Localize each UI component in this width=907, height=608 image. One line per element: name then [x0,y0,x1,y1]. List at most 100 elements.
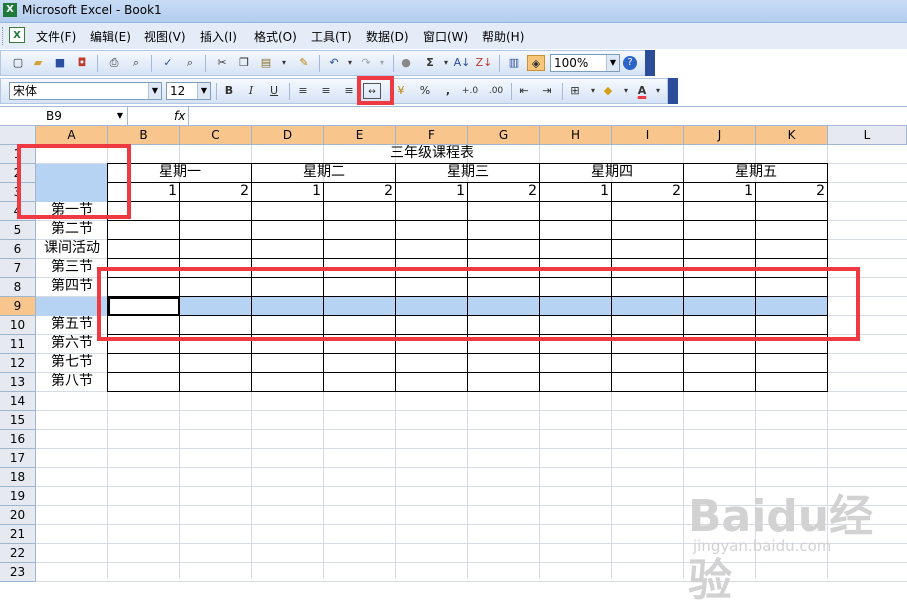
row-header-20[interactable]: 20 [0,506,36,525]
period-number: 1 [744,183,753,199]
menu-grip[interactable] [2,27,6,45]
menu-file[interactable]: 文件(F) [36,28,76,45]
row-header-14[interactable]: 14 [0,392,36,411]
italic-button[interactable]: I [242,83,260,99]
new-icon[interactable]: ▢ [9,55,27,71]
font-select[interactable]: 宋体 ▼ [9,82,162,100]
menu-view[interactable]: 视图(V) [144,28,186,45]
row-header-22[interactable]: 22 [0,544,36,563]
sort-ascending-icon[interactable]: A↓ [453,55,471,71]
research-icon[interactable]: ⌕ [181,55,199,71]
open-icon[interactable]: ▰ [29,55,47,71]
row-header-18[interactable]: 18 [0,468,36,487]
menu-data[interactable]: 数据(D) [366,28,409,45]
menu-format[interactable]: 格式(O) [254,28,297,45]
print-preview-icon[interactable]: ⌕ [127,55,145,71]
comma-style-button[interactable]: , [439,83,457,99]
redo-dropdown-icon[interactable]: ▾ [373,55,391,71]
column-header-D[interactable]: D [252,126,324,145]
paste-icon[interactable]: ▤ [257,55,275,71]
zoom-select[interactable]: 100% ▼ [550,54,620,72]
column-header-F[interactable]: F [396,126,468,145]
row-header-9[interactable]: 9 [0,297,36,316]
save-icon[interactable]: ■ [51,55,69,71]
annotation-box-row [97,267,860,341]
paste-dropdown-icon[interactable]: ▾ [275,55,293,71]
sort-descending-icon[interactable]: Z↓ [475,55,493,71]
fill-color-icon[interactable]: ◆ [599,83,617,99]
drawing-icon[interactable]: ◈ [527,55,545,71]
spelling-icon[interactable]: ✓ [159,55,177,71]
workbook-icon[interactable]: X [9,27,25,43]
toolbar-options-icon[interactable] [645,50,655,76]
row-header-16[interactable]: 16 [0,430,36,449]
annotation-box-merge-button [357,76,394,105]
menu-tools[interactable]: 工具(T) [311,28,352,45]
row-header-23[interactable]: 23 [0,563,36,582]
permission-icon[interactable]: ◘ [73,55,91,71]
zoom-dropdown-icon[interactable]: ▼ [606,55,619,71]
row-header-12[interactable]: 12 [0,354,36,373]
font-size-select[interactable]: 12 ▼ [166,82,211,100]
name-box-dropdown-icon[interactable]: ▼ [117,107,123,125]
align-center-icon[interactable]: ≡ [317,83,335,99]
help-icon[interactable]: ? [623,56,637,70]
row-header-7[interactable]: 7 [0,259,36,278]
column-header-L[interactable]: L [828,126,907,145]
bold-button[interactable]: B [220,83,238,99]
column-header-B[interactable]: B [108,126,180,145]
row-header-21[interactable]: 21 [0,525,36,544]
select-all-button[interactable] [0,126,36,145]
row-header-6[interactable]: 6 [0,240,36,259]
title-bar: X Microsoft Excel - Book1 [0,0,907,23]
row-header-5[interactable]: 5 [0,221,36,240]
row-header-19[interactable]: 19 [0,487,36,506]
column-header-A[interactable]: A [36,126,108,145]
increase-indent-icon[interactable]: ⇥ [538,83,556,99]
format-painter-icon[interactable]: ✎ [295,55,313,71]
period-number: 1 [456,183,465,199]
currency-style-icon[interactable]: ¥ [392,83,410,99]
format-toolbar-options-icon[interactable] [668,78,678,104]
formula-input[interactable] [188,107,907,125]
menu-edit[interactable]: 编辑(E) [90,28,131,45]
row-header-15[interactable]: 15 [0,411,36,430]
underline-button[interactable]: U [265,83,283,99]
copy-icon[interactable]: ❐ [235,55,253,71]
align-right-icon[interactable]: ≡ [340,83,358,99]
decrease-indent-icon[interactable]: ⇤ [515,83,533,99]
font-size-dropdown-icon[interactable]: ▼ [197,83,210,99]
row-header-10[interactable]: 10 [0,316,36,335]
column-header-I[interactable]: I [612,126,684,145]
column-header-K[interactable]: K [756,126,828,145]
row-header-13[interactable]: 13 [0,373,36,392]
row-header-11[interactable]: 11 [0,335,36,354]
period-number: 2 [384,183,393,199]
table-border-horizontal [107,391,828,392]
cut-icon[interactable]: ✂ [213,55,231,71]
increase-decimal-button[interactable]: +.0 [459,83,481,99]
column-header-G[interactable]: G [468,126,540,145]
print-icon[interactable]: ⎙ [105,55,123,71]
menu-window[interactable]: 窗口(W) [423,28,468,45]
row-header-8[interactable]: 8 [0,278,36,297]
font-color-dropdown-icon[interactable]: ▾ [649,83,667,99]
font-dropdown-icon[interactable]: ▼ [148,83,161,99]
borders-icon[interactable]: ⊞ [566,83,584,99]
percent-style-button[interactable]: % [416,83,434,99]
decrease-decimal-button[interactable]: .00 [485,83,507,99]
chart-wizard-icon[interactable]: ▥ [505,55,523,71]
name-box[interactable]: B9 ▼ [0,107,128,125]
row-header-17[interactable]: 17 [0,449,36,468]
column-header-C[interactable]: C [180,126,252,145]
menu-help[interactable]: 帮助(H) [482,28,524,45]
hyperlink-icon[interactable]: ● [397,55,415,71]
column-header-E[interactable]: E [324,126,396,145]
menu-insert[interactable]: 插入(I) [200,28,237,45]
insert-function-icon[interactable]: fx [174,107,185,125]
row-label: 第八节 [51,373,93,389]
column-header-J[interactable]: J [684,126,756,145]
day-header: 星期二 [303,164,345,180]
column-header-H[interactable]: H [540,126,612,145]
align-left-icon[interactable]: ≡ [294,83,312,99]
